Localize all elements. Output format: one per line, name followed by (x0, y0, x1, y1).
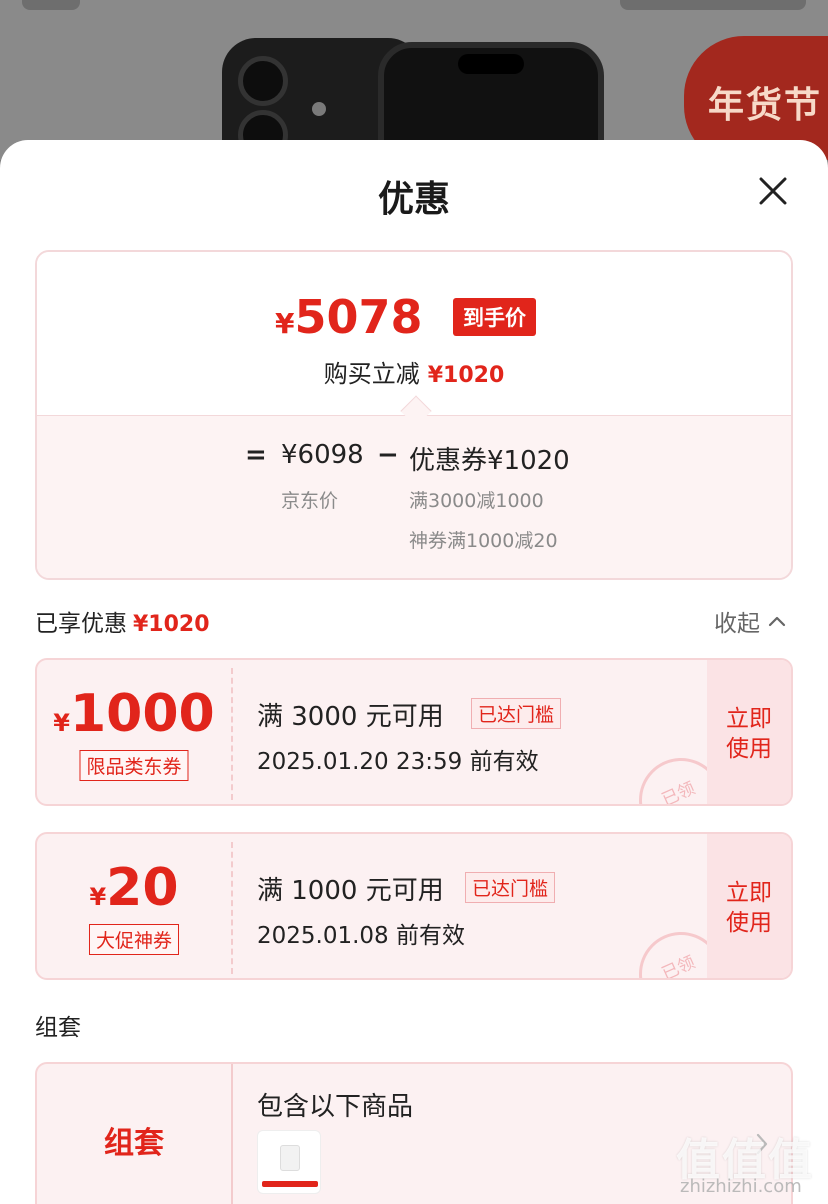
coupon-value: ¥20 (37, 858, 231, 918)
discount-bottom-sheet: 优惠 ¥5078 到手价 购买立减 ¥1020 = ¥6098 − 优惠券¥102… (0, 140, 828, 1204)
top-action-button[interactable] (620, 0, 806, 10)
coupon-expiry: 2025.01.08 前有效 (257, 923, 465, 949)
final-price-value: 5078 (294, 290, 423, 344)
coupon-card: ¥1000 限品类东券 满 3000 元可用 已达门槛 2025.01.20 2… (35, 658, 793, 806)
enjoyed-label: 已享优惠 (35, 611, 127, 637)
bundle-title: 包含以下商品 (257, 1092, 414, 1122)
currency-symbol: ¥ (275, 307, 295, 340)
instant-cut-label: 购买立减 (323, 360, 420, 388)
coupon-total: 优惠券¥1020 (409, 446, 570, 476)
camera-lens-graphic (238, 56, 288, 106)
bundle-divider (231, 1064, 233, 1204)
coupon-value: ¥1000 (37, 684, 231, 744)
product-image-background: 年货节 (0, 0, 828, 160)
coupon-divider (231, 842, 233, 974)
back-button[interactable] (22, 0, 80, 10)
currency-symbol: ¥ (53, 709, 70, 737)
enjoyed-discount: 已享优惠 ¥1020 (35, 604, 210, 638)
coupon-divider (231, 668, 233, 800)
close-icon[interactable] (756, 174, 790, 208)
thumbnail-price-bar (262, 1181, 318, 1187)
final-price: ¥5078 (275, 290, 423, 344)
coupon-detail: 满3000减1000 (409, 490, 544, 512)
coupon-amount: 20 (106, 858, 179, 918)
coupon-kind: 大促神券 (88, 924, 180, 955)
use-now-button[interactable]: 立即 使用 (707, 834, 791, 978)
currency-symbol: ¥ (89, 883, 107, 911)
equals-sign: = (245, 440, 267, 470)
price-summary-top: ¥5078 到手价 购买立减 ¥1020 (37, 252, 791, 415)
coupon-value-area: ¥20 大促神券 (37, 834, 231, 978)
minus-sign: − (377, 440, 399, 470)
coupon-amount: 1000 (69, 684, 215, 744)
price-breakdown: = ¥6098 − 优惠券¥1020 京东价 满3000减1000 神券满100… (37, 415, 791, 578)
use-now-button[interactable]: 立即 使用 (707, 660, 791, 804)
threshold-reached-badge: 已达门槛 (465, 872, 556, 903)
sheet-title: 优惠 (377, 179, 450, 220)
enjoyed-amount: ¥1020 (133, 612, 210, 637)
watermark-url: zhizhizhi.com (680, 1176, 802, 1197)
collapse-button[interactable]: 收起 (714, 604, 786, 638)
bundle-section-label: 组套 (35, 1015, 81, 1041)
collapse-label: 收起 (714, 611, 760, 637)
bundle-name-area: 组套 (37, 1064, 231, 1204)
flash-graphic (312, 102, 326, 116)
coupon-expiry: 2025.01.20 23:59 前有效 (257, 749, 539, 775)
coupon-value-area: ¥1000 限品类东券 (37, 660, 231, 804)
charger-image (280, 1145, 300, 1171)
chevron-up-icon (768, 616, 786, 627)
bundle-name: 组套 (104, 1126, 164, 1161)
bundle-product-thumbnail[interactable] (257, 1130, 321, 1194)
coupon-condition: 满 3000 元可用 (257, 702, 444, 732)
coupon-card: ¥20 大促神券 满 1000 元可用 已达门槛 2025.01.08 前有效 … (35, 832, 793, 980)
instant-cut-amount: ¥1020 (427, 363, 505, 388)
threshold-reached-badge: 已达门槛 (471, 698, 562, 729)
coupon-condition: 满 1000 元可用 (257, 876, 444, 906)
jd-price-label: 京东价 (281, 490, 339, 512)
dynamic-island-graphic (458, 54, 524, 74)
instant-cut: 购买立减 ¥1020 (37, 354, 791, 389)
coupon-kind: 限品类东券 (79, 750, 189, 781)
coupon-detail: 神券满1000减20 (409, 530, 558, 552)
price-summary-card: ¥5078 到手价 购买立减 ¥1020 = ¥6098 − 优惠券¥1020 京… (35, 250, 793, 580)
jd-price: ¥6098 (281, 440, 364, 470)
final-price-tag: 到手价 (453, 298, 536, 336)
